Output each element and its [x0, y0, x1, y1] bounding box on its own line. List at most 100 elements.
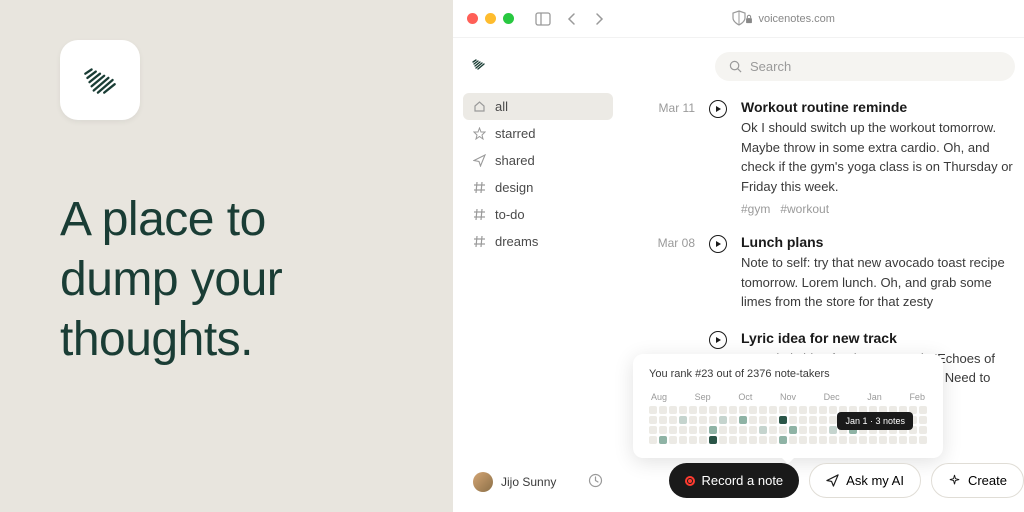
calendar-cell[interactable] [739, 426, 747, 434]
history-icon[interactable] [588, 473, 603, 491]
calendar-cell[interactable] [679, 406, 687, 414]
sidebar-item-starred[interactable]: starred [463, 120, 613, 147]
play-icon[interactable] [709, 100, 727, 118]
calendar-cell[interactable] [739, 406, 747, 414]
address-bar[interactable]: voicenotes.com [744, 13, 835, 25]
calendar-cell[interactable] [679, 416, 687, 424]
calendar-cell[interactable] [729, 436, 737, 444]
calendar-cell[interactable] [749, 416, 757, 424]
calendar-cell[interactable] [879, 436, 887, 444]
minimize-icon[interactable] [485, 13, 496, 24]
calendar-cell[interactable] [839, 436, 847, 444]
calendar-cell[interactable] [739, 416, 747, 424]
calendar-cell[interactable] [729, 416, 737, 424]
calendar-cell[interactable] [789, 416, 797, 424]
calendar-cell[interactable] [779, 436, 787, 444]
calendar-cell[interactable] [709, 436, 717, 444]
calendar-cell[interactable] [829, 426, 837, 434]
calendar-cell[interactable] [919, 436, 927, 444]
calendar-cell[interactable] [699, 406, 707, 414]
calendar-cell[interactable] [799, 406, 807, 414]
calendar-cell[interactable] [699, 416, 707, 424]
calendar-cell[interactable] [719, 426, 727, 434]
sidebar-toggle-icon[interactable] [532, 9, 554, 29]
calendar-cell[interactable] [669, 416, 677, 424]
note-item[interactable]: Mar 11 Workout routine reminde Ok I shou… [647, 99, 1024, 216]
calendar-cell[interactable] [679, 426, 687, 434]
calendar-cell[interactable] [749, 436, 757, 444]
calendar-cell[interactable] [809, 416, 817, 424]
calendar-cell[interactable] [719, 416, 727, 424]
calendar-cell[interactable] [659, 406, 667, 414]
calendar-cell[interactable] [709, 426, 717, 434]
sidebar-item-all[interactable]: all [463, 93, 613, 120]
maximize-icon[interactable] [503, 13, 514, 24]
calendar-cell[interactable] [769, 426, 777, 434]
calendar-cell[interactable] [809, 436, 817, 444]
create-button[interactable]: Create [931, 463, 1024, 498]
calendar-cell[interactable] [649, 436, 657, 444]
calendar-cell[interactable] [829, 416, 837, 424]
play-icon[interactable] [709, 331, 727, 349]
calendar-cell[interactable] [709, 416, 717, 424]
record-button[interactable]: Record a note [669, 463, 800, 498]
calendar-cell[interactable] [769, 406, 777, 414]
calendar-cell[interactable] [829, 436, 837, 444]
calendar-cell[interactable] [869, 436, 877, 444]
calendar-cell[interactable] [749, 406, 757, 414]
calendar-cell[interactable] [889, 436, 897, 444]
calendar-cell[interactable] [909, 436, 917, 444]
calendar-cell[interactable] [819, 436, 827, 444]
close-icon[interactable] [467, 13, 478, 24]
calendar-cell[interactable] [719, 436, 727, 444]
calendar-cell[interactable] [769, 436, 777, 444]
calendar-cell[interactable] [759, 416, 767, 424]
note-item[interactable]: Mar 08 Lunch plans Note to self: try tha… [647, 234, 1024, 312]
calendar-cell[interactable] [779, 416, 787, 424]
calendar-cell[interactable] [759, 426, 767, 434]
calendar-cell[interactable] [809, 426, 817, 434]
calendar-cell[interactable] [669, 426, 677, 434]
calendar-cell[interactable] [819, 416, 827, 424]
calendar-cell[interactable] [659, 426, 667, 434]
back-icon[interactable] [560, 9, 582, 29]
calendar-cell[interactable] [799, 416, 807, 424]
calendar-cell[interactable] [689, 426, 697, 434]
calendar-cell[interactable] [669, 436, 677, 444]
calendar-cell[interactable] [689, 406, 697, 414]
calendar-cell[interactable] [659, 416, 667, 424]
sidebar-item-design[interactable]: design [463, 174, 613, 201]
calendar-cell[interactable] [899, 436, 907, 444]
calendar-cell[interactable] [749, 426, 757, 434]
calendar-cell[interactable] [669, 406, 677, 414]
calendar-cell[interactable] [679, 436, 687, 444]
ask-ai-button[interactable]: Ask my AI [809, 463, 921, 498]
window-controls[interactable] [467, 13, 514, 24]
calendar-cell[interactable] [689, 436, 697, 444]
calendar-cell[interactable] [649, 406, 657, 414]
calendar-cell[interactable] [729, 426, 737, 434]
sidebar-item-shared[interactable]: shared [463, 147, 613, 174]
calendar-cell[interactable] [819, 426, 827, 434]
calendar-cell[interactable] [689, 416, 697, 424]
user-profile[interactable]: Jijo Sunny [463, 464, 613, 500]
calendar-cell[interactable] [819, 406, 827, 414]
calendar-cell[interactable] [739, 436, 747, 444]
calendar-cell[interactable] [759, 406, 767, 414]
calendar-cell[interactable] [919, 426, 927, 434]
sidebar-item-dreams[interactable]: dreams [463, 228, 613, 255]
calendar-cell[interactable] [829, 406, 837, 414]
calendar-cell[interactable] [729, 406, 737, 414]
search-input[interactable]: Search [715, 52, 1015, 81]
calendar-cell[interactable] [699, 426, 707, 434]
calendar-cell[interactable] [649, 416, 657, 424]
calendar-cell[interactable] [849, 436, 857, 444]
calendar-cell[interactable] [649, 426, 657, 434]
sidebar-item-to-do[interactable]: to-do [463, 201, 613, 228]
forward-icon[interactable] [588, 9, 610, 29]
calendar-cell[interactable] [699, 436, 707, 444]
calendar-cell[interactable] [779, 426, 787, 434]
calendar-cell[interactable] [789, 406, 797, 414]
calendar-cell[interactable] [759, 436, 767, 444]
calendar-cell[interactable] [719, 406, 727, 414]
